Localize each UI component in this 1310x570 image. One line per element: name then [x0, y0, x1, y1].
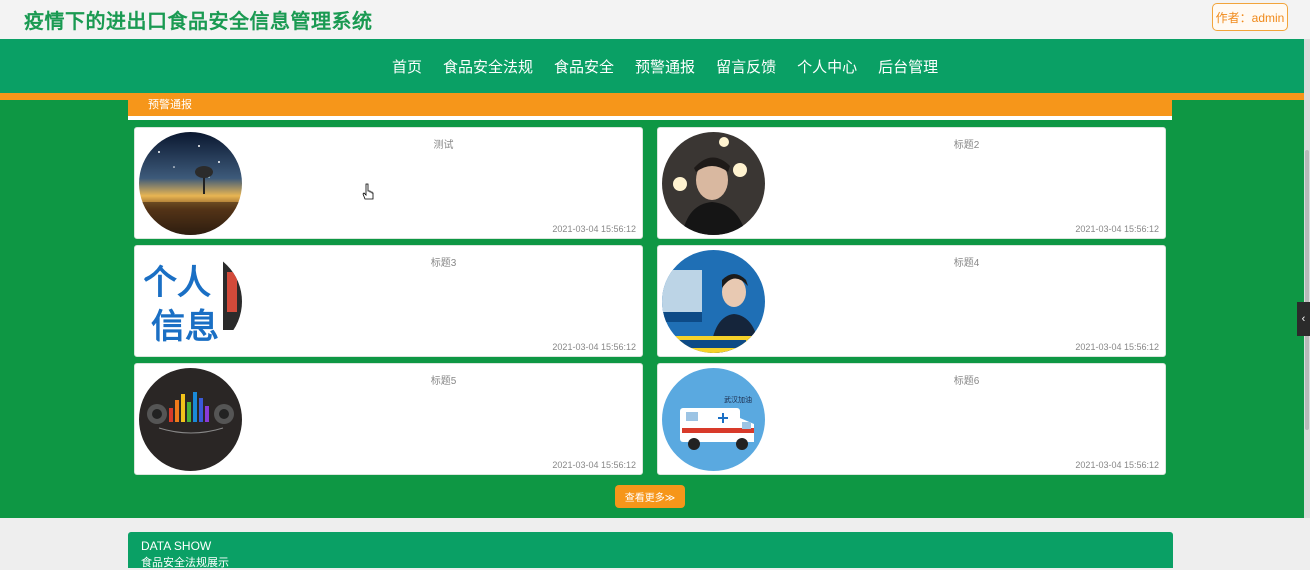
author-button[interactable]: 作者：admin	[1212, 3, 1288, 31]
card-date: 2021-03-04 15:56:12	[1075, 460, 1159, 470]
nav-item-admin[interactable]: 后台管理	[878, 56, 938, 77]
card-thumbnail-news-anchor[interactable]	[662, 250, 765, 353]
side-panel-toggle[interactable]: ‹	[1297, 302, 1310, 336]
card-date: 2021-03-04 15:56:12	[552, 460, 636, 470]
svg-text:武汉加油: 武汉加油	[724, 395, 752, 404]
nav-accent-line	[0, 93, 1304, 100]
site-title: 疫情下的进出口食品安全信息管理系统	[24, 11, 373, 33]
nav-item-home[interactable]: 首页	[392, 56, 422, 77]
card-title: 标题4	[953, 258, 980, 269]
data-show-title: DATA SHOW	[141, 539, 212, 553]
data-show-section: DATA SHOW 食品安全法规展示	[128, 532, 1173, 569]
news-card[interactable]: 个人 信息 标题3 2021-03-04 15:56:12	[134, 245, 643, 357]
section-divider	[128, 116, 1172, 120]
card-thumbnail-night-sky[interactable]	[139, 132, 242, 235]
news-card[interactable]: 武汉加油 标题6 2021-03-04 15:56:12	[657, 363, 1166, 475]
card-date: 2021-03-04 15:56:12	[1075, 342, 1159, 352]
card-thumbnail-personal-info[interactable]: 个人 信息	[139, 250, 242, 353]
card-thumbnail-audio-equalizer[interactable]	[139, 368, 242, 471]
news-card[interactable]: 标题5 2021-03-04 15:56:12	[134, 363, 643, 475]
nav-item-food-safety[interactable]: 食品安全	[554, 56, 614, 77]
card-date: 2021-03-04 15:56:12	[552, 342, 636, 352]
nav-list: 首页 食品安全法规 食品安全 预警通报 留言反馈 个人中心 后台管理	[392, 39, 959, 93]
card-date: 2021-03-04 15:56:12	[1075, 224, 1159, 234]
nav-item-regulations[interactable]: 食品安全法规	[443, 56, 533, 77]
top-bar: 疫情下的进出口食品安全信息管理系统 作者：admin	[0, 0, 1310, 39]
nav-item-feedback[interactable]: 留言反馈	[716, 56, 776, 77]
main-nav: 首页 食品安全法规 食品安全 预警通报 留言反馈 个人中心 后台管理	[0, 39, 1304, 93]
view-more-button[interactable]: 查看更多≫	[615, 485, 685, 508]
news-card[interactable]: 测试 2021-03-04 15:56:12	[134, 127, 643, 239]
nav-item-warnings[interactable]: 预警通报	[635, 56, 695, 77]
card-title: 标题6	[953, 376, 980, 387]
card-thumbnail-ambulance[interactable]: 武汉加油	[662, 368, 765, 471]
svg-text:信息: 信息	[151, 307, 219, 347]
card-thumbnail-man-portrait[interactable]	[662, 132, 765, 235]
section-header: 预警通报	[128, 99, 1172, 116]
hand-cursor-icon	[362, 183, 374, 200]
section-title: 预警通报	[148, 99, 192, 111]
svg-text:个人: 个人	[143, 263, 211, 303]
news-card[interactable]: 标题2 2021-03-04 15:56:12	[657, 127, 1166, 239]
card-title: 标题5	[430, 376, 457, 387]
nav-item-profile[interactable]: 个人中心	[797, 56, 857, 77]
card-title: 标题2	[953, 140, 980, 151]
card-title: 测试	[433, 140, 454, 151]
scrollbar-thumb[interactable]	[1305, 150, 1309, 430]
card-title: 标题3	[430, 258, 457, 269]
news-card[interactable]: 标题4 2021-03-04 15:56:12	[657, 245, 1166, 357]
card-date: 2021-03-04 15:56:12	[552, 224, 636, 234]
